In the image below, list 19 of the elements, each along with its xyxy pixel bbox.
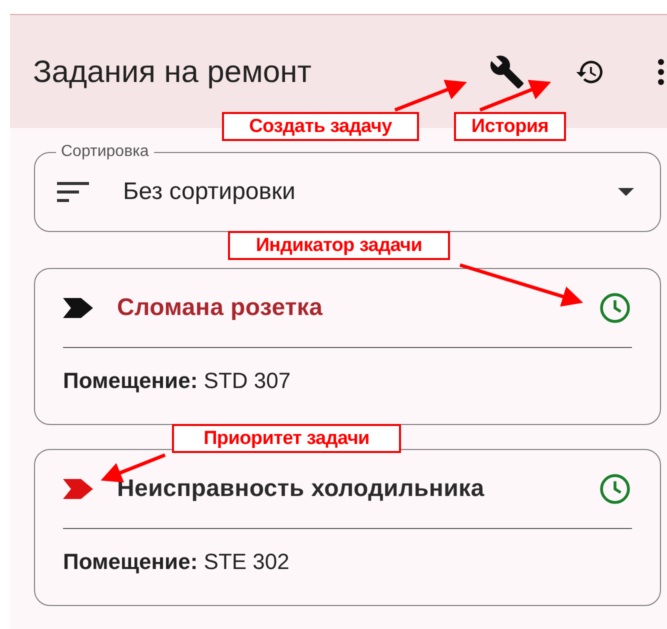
sort-label: Сортировка <box>56 143 154 161</box>
clock-icon <box>598 472 632 506</box>
wrench-icon[interactable] <box>489 54 525 90</box>
task-card[interactable]: Неисправность холодильника Помещение: STE 302 <box>34 449 661 606</box>
sort-value: Без сортировки <box>123 178 296 206</box>
clock-icon <box>598 291 632 325</box>
callout-label: Приоритет задачи <box>172 424 401 453</box>
more-icon[interactable] <box>657 58 665 86</box>
task-title: Неисправность холодильника <box>117 475 486 503</box>
task-card[interactable]: Сломана розетка Помещение: STD 307 <box>34 268 661 425</box>
callout-label: Индикатор задачи <box>228 231 450 260</box>
callout-label: Создать задачу <box>222 112 419 141</box>
room-text: Помещение: STE 302 <box>63 548 290 575</box>
callout-label: История <box>454 112 566 141</box>
task-title: Сломана розетка <box>117 294 324 322</box>
dropdown-caret-icon <box>618 188 634 196</box>
app-title: Задания на ремонт <box>33 54 312 90</box>
sort-icon <box>57 181 89 203</box>
room-text: Помещение: STD 307 <box>63 367 292 394</box>
